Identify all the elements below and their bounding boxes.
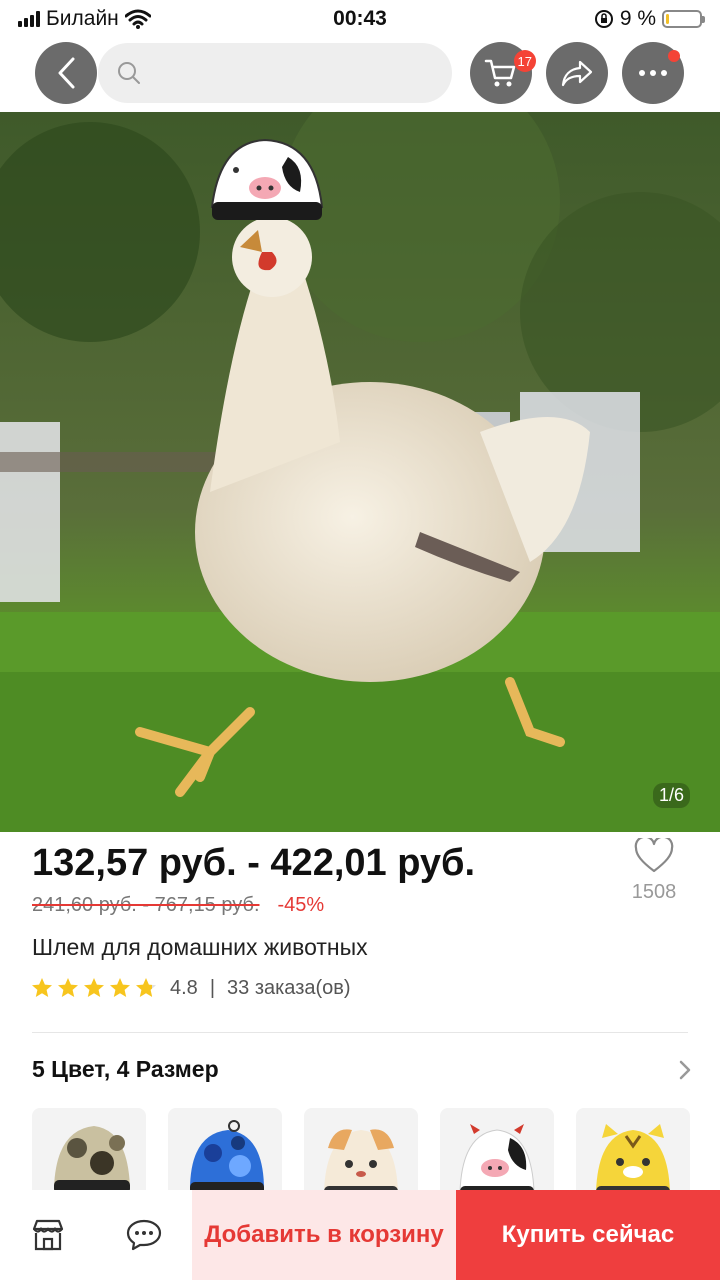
variants-selector[interactable]: 5 Цвет, 4 Размер	[32, 1056, 692, 1083]
old-price-row: 241,60 руб. - 767,15 руб. -45%	[32, 894, 324, 917]
status-bar: Билайн 00:43 9 %	[0, 0, 720, 38]
orientation-lock-icon	[594, 10, 613, 28]
more-icon	[639, 70, 667, 76]
share-button[interactable]	[546, 42, 608, 104]
chicken-with-helmet-image	[0, 112, 720, 832]
star-icon	[84, 978, 104, 997]
battery-icon	[662, 10, 705, 28]
store-icon	[32, 1219, 64, 1251]
wishlist-button[interactable]: 1508	[614, 835, 694, 904]
cart-count-badge: 17	[513, 50, 536, 72]
signal-icon	[18, 11, 40, 27]
store-button[interactable]	[0, 1190, 96, 1280]
search-input[interactable]	[98, 43, 452, 103]
search-icon	[118, 62, 140, 84]
variants-title: 5 Цвет, 4 Размер	[32, 1056, 219, 1082]
back-button[interactable]	[35, 42, 97, 104]
rating-value: 4.8	[170, 976, 198, 999]
battery-percent: 9 %	[619, 7, 656, 30]
top-navigation: 17	[0, 42, 720, 106]
chat-button[interactable]	[96, 1190, 192, 1280]
price-range: 132,57 руб. - 422,01 руб.	[32, 842, 476, 884]
notification-dot	[668, 50, 680, 62]
product-title: Шлем для домашних животных	[32, 934, 368, 960]
discount-label: -45%	[277, 894, 325, 916]
image-counter: 1/6	[652, 783, 690, 808]
add-to-cart-button[interactable]: Добавить в корзину	[192, 1190, 456, 1280]
orders-count: 33 заказа(ов)	[227, 976, 351, 999]
heart-icon	[634, 835, 674, 873]
old-price-range: 241,60 руб. - 767,15 руб.	[32, 894, 260, 916]
more-options-button[interactable]	[622, 42, 684, 104]
divider	[32, 1032, 688, 1033]
product-image[interactable]: 1/6	[0, 112, 720, 832]
chevron-right-icon	[679, 1060, 691, 1079]
wifi-icon	[124, 9, 151, 29]
star-icon	[32, 978, 52, 997]
star-icon	[136, 978, 156, 997]
rating-row[interactable]: 4.8 | 33 заказа(ов)	[30, 976, 351, 1000]
wishlist-count: 1508	[631, 881, 677, 903]
chat-icon	[126, 1219, 162, 1251]
carrier-name: Билайн	[46, 7, 119, 30]
star-icon	[110, 978, 130, 997]
chevron-left-icon	[58, 57, 75, 89]
star-icon	[58, 978, 78, 997]
cart-button[interactable]: 17	[470, 42, 536, 104]
cart-icon	[484, 59, 516, 87]
rating-stars	[30, 976, 158, 1000]
share-icon	[561, 60, 593, 87]
separator: |	[209, 976, 216, 999]
buy-now-button[interactable]: Купить сейчас	[456, 1190, 720, 1280]
bottom-action-bar: Добавить в корзину Купить сейчас	[0, 1190, 720, 1280]
